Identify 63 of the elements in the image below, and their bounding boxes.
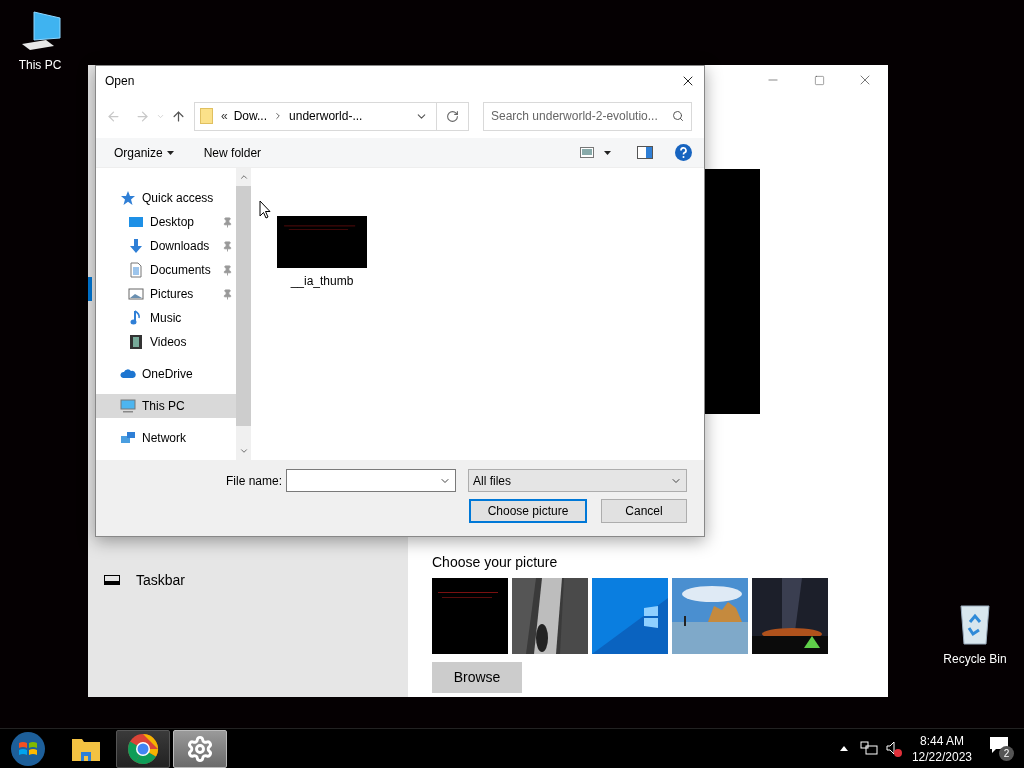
breadcrumb-item[interactable]: underworld-... xyxy=(289,107,363,125)
nav-item[interactable]: Quick access xyxy=(96,186,236,210)
gear-icon xyxy=(186,734,214,763)
mouse-pointer-icon xyxy=(259,200,271,219)
nav-item[interactable]: OneDrive xyxy=(96,362,236,386)
preview-pane-icon[interactable] xyxy=(637,146,653,159)
nav-item[interactable]: Pictures xyxy=(96,282,236,306)
folder-icon xyxy=(200,108,213,124)
browser-logo-icon xyxy=(127,732,159,765)
caret-icon xyxy=(166,150,174,155)
download-arrow-icon xyxy=(128,238,144,254)
file-name-field[interactable] xyxy=(286,469,456,492)
star-icon xyxy=(120,190,136,206)
new-folder-button[interactable]: New folder xyxy=(203,143,262,162)
desktop-icon-label: Recycle Bin xyxy=(943,651,1007,668)
browse-button[interactable]: Browse xyxy=(432,662,522,693)
taskbar-icon xyxy=(104,575,120,585)
selection-indicator xyxy=(88,277,92,301)
breadcrumb-overflow[interactable]: « xyxy=(221,107,228,125)
scroll-up-icon[interactable] xyxy=(238,172,249,182)
organize-button[interactable]: Organize xyxy=(114,143,174,162)
nav-item[interactable]: Downloads xyxy=(96,234,236,258)
speaker-muted-icon[interactable] xyxy=(885,740,902,757)
file-type-dropdown[interactable]: All files xyxy=(468,469,687,492)
file-name-label: File name: xyxy=(225,472,282,490)
address-bar[interactable]: « Dow... underworld-... xyxy=(194,101,469,131)
clock-time[interactable]: 8:44 AM xyxy=(919,732,964,749)
dialog-button[interactable]: Choose picture xyxy=(469,499,587,523)
nav-item[interactable]: Documents xyxy=(96,258,236,282)
clock-date[interactable]: 12/22/2023 xyxy=(911,748,972,765)
desktop-icon-label: This PC xyxy=(18,57,62,74)
network-icon xyxy=(120,430,136,446)
sidebar-item[interactable]: Taskbar xyxy=(88,566,408,594)
image-icon xyxy=(128,286,144,302)
start-orb-icon xyxy=(10,730,46,767)
up-icon[interactable] xyxy=(171,108,186,124)
caret-icon[interactable] xyxy=(604,150,611,155)
help-icon[interactable] xyxy=(675,144,692,161)
nav-item[interactable]: Desktop xyxy=(96,210,236,234)
nav-item[interactable]: Videos xyxy=(96,330,236,354)
show-hidden-icons-icon[interactable] xyxy=(839,746,848,751)
network-icon[interactable] xyxy=(859,740,878,757)
scroll-down-icon[interactable] xyxy=(238,446,249,456)
taskbar-button[interactable] xyxy=(173,729,227,768)
view-options-icon[interactable] xyxy=(580,147,594,158)
dialog-title: Open xyxy=(105,73,135,90)
file-name[interactable]: __ia_thumb xyxy=(290,272,354,290)
monitor-icon xyxy=(120,398,136,414)
taskbar-button[interactable] xyxy=(116,729,170,768)
search-field[interactable]: Search underworld-2-evolutio... xyxy=(483,101,692,131)
document-icon xyxy=(128,262,144,278)
scrollbar-thumb[interactable] xyxy=(236,186,251,426)
section-heading: Choose your picture xyxy=(432,553,559,572)
film-icon xyxy=(128,334,144,350)
dialog-button[interactable]: Cancel xyxy=(601,499,687,523)
breadcrumb-item[interactable]: Dow... xyxy=(233,107,268,125)
desktop-icon xyxy=(128,214,144,230)
nav-item[interactable]: Network xyxy=(96,426,236,450)
search-icon xyxy=(672,109,684,122)
scrollbar[interactable] xyxy=(236,168,251,460)
refresh-icon[interactable] xyxy=(446,109,459,123)
nav-item[interactable]: Music xyxy=(96,306,236,330)
nav-item[interactable]: This PC xyxy=(96,394,236,418)
